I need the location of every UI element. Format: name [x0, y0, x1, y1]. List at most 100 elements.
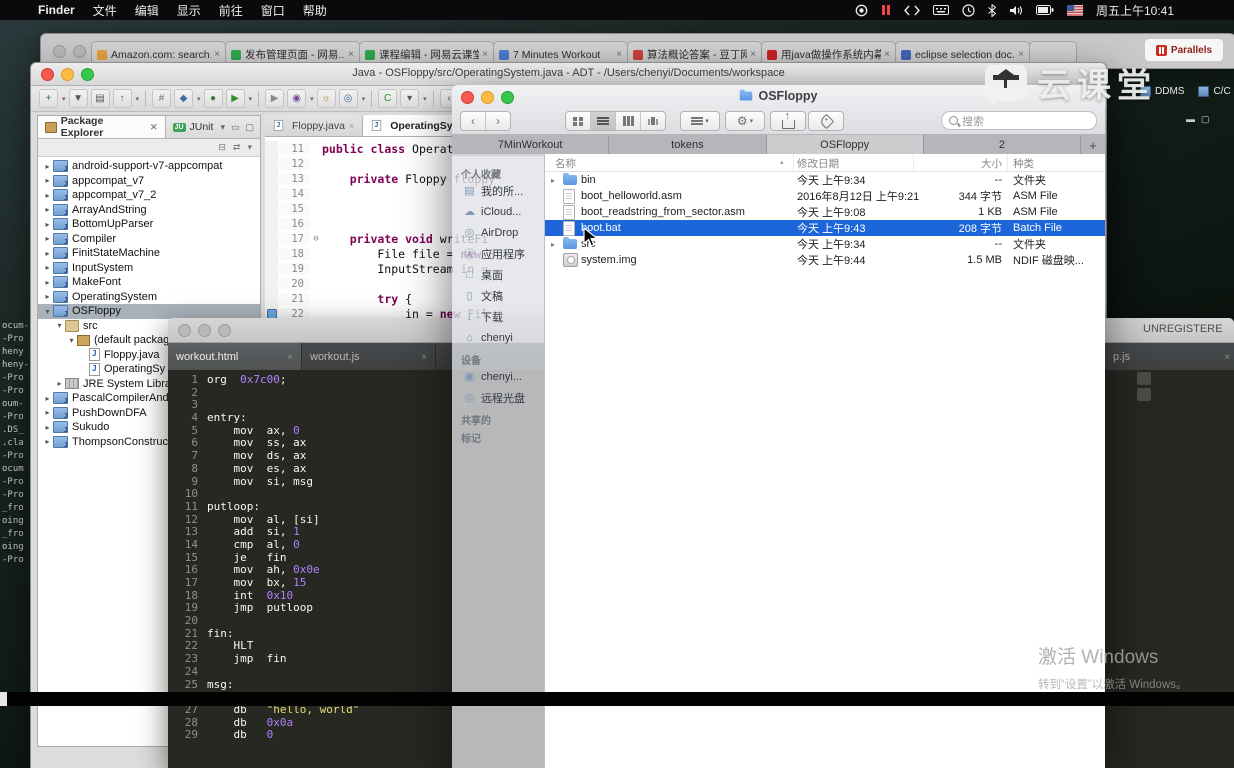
chevron-right-icon[interactable]: ▸	[42, 278, 53, 287]
file-row-boot_helloworld-asm[interactable]: boot_helloworld.asm 2016年8月12日 上午9:21 344 …	[545, 188, 1105, 204]
file-row-src[interactable]: ▸ src 今天 上午9:34 -- 文件夹	[545, 236, 1105, 252]
chevron-right-icon[interactable]: ▸	[42, 191, 53, 200]
bluetooth-icon[interactable]	[988, 3, 996, 17]
switcher-icon[interactable]	[904, 5, 920, 16]
view-list-button[interactable]	[591, 112, 616, 130]
close-icon[interactable]: ×	[214, 49, 220, 60]
sidebar-item-chenyi[interactable]: ⌂ chenyi	[452, 327, 544, 348]
collapse-all-icon[interactable]: ⊟	[218, 142, 226, 153]
tree-item-android-support-v7-appcompat[interactable]: ▸ android-support-v7-appcompat	[38, 159, 260, 174]
chevron-right-icon[interactable]: ▸	[42, 249, 53, 258]
tree-item-compiler[interactable]: ▸ Compiler	[38, 232, 260, 247]
close-icon[interactable]: ×	[750, 49, 756, 60]
sidebar-item-[interactable]: ▤ 我的所...	[452, 180, 544, 201]
tab-junit[interactable]: JU JUnit	[166, 116, 221, 138]
run-icon[interactable]: ▶	[225, 89, 245, 108]
perspective-cc[interactable]: C/C	[1198, 86, 1231, 97]
chevron-right-icon[interactable]: ▸	[42, 205, 53, 214]
zoom-button[interactable]	[218, 324, 231, 337]
tree-item-arrayandstring[interactable]: ▸ ArrayAndString	[38, 203, 260, 218]
file-row-boot_readstring_from_sector-asm[interactable]: boot_readstring_from_sector.asm 今天 上午9:08…	[545, 204, 1105, 220]
flag-icon[interactable]	[1066, 4, 1083, 16]
maximize-view-icon[interactable]: ▢	[245, 122, 254, 133]
forward-button[interactable]: ›	[486, 112, 510, 130]
annotation-nav-icon[interactable]: ▾	[400, 89, 420, 108]
tree-item-appcompat_v7_2[interactable]: ▸ appcompat_v7_2	[38, 188, 260, 203]
print-icon[interactable]: ▤	[90, 89, 110, 108]
chevron-right-icon[interactable]: ▸	[42, 292, 53, 301]
column-header-4[interactable]: 种类	[1013, 156, 1034, 171]
close-button[interactable]	[53, 45, 66, 58]
tab-package-explorer[interactable]: Package Explorer ✕	[38, 115, 166, 139]
close-icon[interactable]: ✕	[150, 122, 158, 133]
fold-collapse-icon[interactable]: ⊖	[310, 234, 322, 244]
close-icon[interactable]: ×	[348, 49, 354, 60]
minimize-icon[interactable]: ▬	[1186, 114, 1201, 124]
view-menu-icon[interactable]: ▾	[220, 122, 225, 133]
chevron-right-icon[interactable]: ▸	[42, 176, 53, 185]
keyboard-icon[interactable]	[932, 5, 949, 15]
sidebar-item-airdrop[interactable]: ◎ AirDrop	[452, 222, 544, 243]
tree-item-appcompat_v7[interactable]: ▸ appcompat_v7	[38, 174, 260, 189]
tree-item-makefont[interactable]: ▸ MakeFont	[38, 275, 260, 290]
chevron-down-icon[interactable]: ▾	[66, 336, 77, 345]
share-button[interactable]	[770, 110, 806, 131]
chevron-right-icon[interactable]: ▸	[42, 220, 53, 229]
file-row-bin[interactable]: ▸ bin 今天 上午9:34 -- 文件夹	[545, 172, 1105, 188]
chevron-down-icon[interactable]: ▾	[54, 321, 65, 330]
menu-item-编辑[interactable]: 编辑	[135, 4, 159, 18]
tree-item-inputsystem[interactable]: ▸ InputSystem	[38, 261, 260, 276]
action-button[interactable]: ⚙ ▾	[725, 111, 765, 131]
record-icon[interactable]	[855, 4, 868, 17]
chevron-down-icon[interactable]: ▾	[42, 307, 53, 316]
app-menu-finder[interactable]: Finder	[38, 3, 75, 17]
search-field[interactable]: 搜索	[941, 111, 1097, 130]
menu-item-文件[interactable]: 文件	[93, 4, 117, 18]
close-button[interactable]	[178, 324, 191, 337]
video-timeline-bar[interactable]	[0, 692, 1234, 706]
pause-icon[interactable]	[881, 4, 891, 16]
finder-tab-2[interactable]: 2	[923, 135, 1081, 155]
menu-item-显示[interactable]: 显示	[177, 4, 201, 18]
search-icon[interactable]: ☼	[316, 89, 336, 108]
clock-icon[interactable]	[962, 3, 975, 17]
close-icon[interactable]: ×	[1224, 352, 1230, 363]
chevron-right-icon[interactable]: ▸	[42, 394, 53, 403]
file-row-system-img[interactable]: system.img 今天 上午9:44 1.5 MB NDIF 磁盘映...	[545, 252, 1105, 268]
run-history-icon[interactable]: ▶	[265, 89, 285, 108]
finder-tab-osfloppy[interactable]: OSFloppy	[766, 135, 924, 155]
column-header-3[interactable]: 大小	[920, 156, 1002, 171]
chevron-right-icon[interactable]: ▸	[42, 162, 53, 171]
view-columns-button[interactable]	[616, 112, 641, 130]
column-header-2[interactable]: 修改日期	[797, 156, 839, 171]
menu-item-窗口[interactable]: 窗口	[261, 4, 285, 18]
minimize-view-icon[interactable]: ▭	[231, 122, 240, 133]
close-icon[interactable]: ×	[482, 49, 488, 60]
export-icon[interactable]: ↑	[112, 89, 132, 108]
tab-workout-html[interactable]: workout.html ×	[168, 343, 302, 371]
close-icon[interactable]: ×	[287, 352, 293, 363]
link-editor-icon[interactable]: ⇄	[233, 142, 241, 153]
chevron-right-icon[interactable]: ▸	[54, 379, 65, 388]
new-java-project-icon[interactable]: ◆	[174, 89, 194, 108]
save-icon[interactable]: ▼	[68, 89, 88, 108]
column-header-1[interactable]: 名称	[555, 156, 576, 171]
sidebar-item-icloud[interactable]: ☁ iCloud...	[452, 201, 544, 222]
back-button[interactable]: ‹	[461, 112, 486, 130]
minimize-button[interactable]	[73, 45, 86, 58]
profile-icon[interactable]: ◉	[287, 89, 307, 108]
chevron-right-icon[interactable]: ▸	[42, 234, 53, 243]
tab-p-js[interactable]: p.js ×	[1105, 343, 1234, 371]
file-row-boot-bat[interactable]: boot.bat 今天 上午9:43 208 字节 Batch File	[545, 220, 1105, 236]
sidebar-item-[interactable]: □ 桌面	[452, 264, 544, 285]
minimize-button[interactable]	[198, 324, 211, 337]
menu-item-前往[interactable]: 前往	[219, 4, 243, 18]
eclipse-title-bar[interactable]: Java - OSFloppy/src/OperatingSystem.java…	[31, 63, 1106, 86]
sidebar-item-[interactable]: Ⓐ 应用程序	[452, 243, 544, 264]
new-wizard-icon[interactable]: +	[39, 89, 58, 108]
view-grid-button[interactable]	[566, 112, 591, 130]
sidebar-item-[interactable]: ▯ 文稿	[452, 285, 544, 306]
sublime-window-controls[interactable]	[178, 324, 231, 337]
arrange-button[interactable]: ▾	[680, 111, 720, 131]
new-class-icon[interactable]: C	[378, 89, 398, 108]
